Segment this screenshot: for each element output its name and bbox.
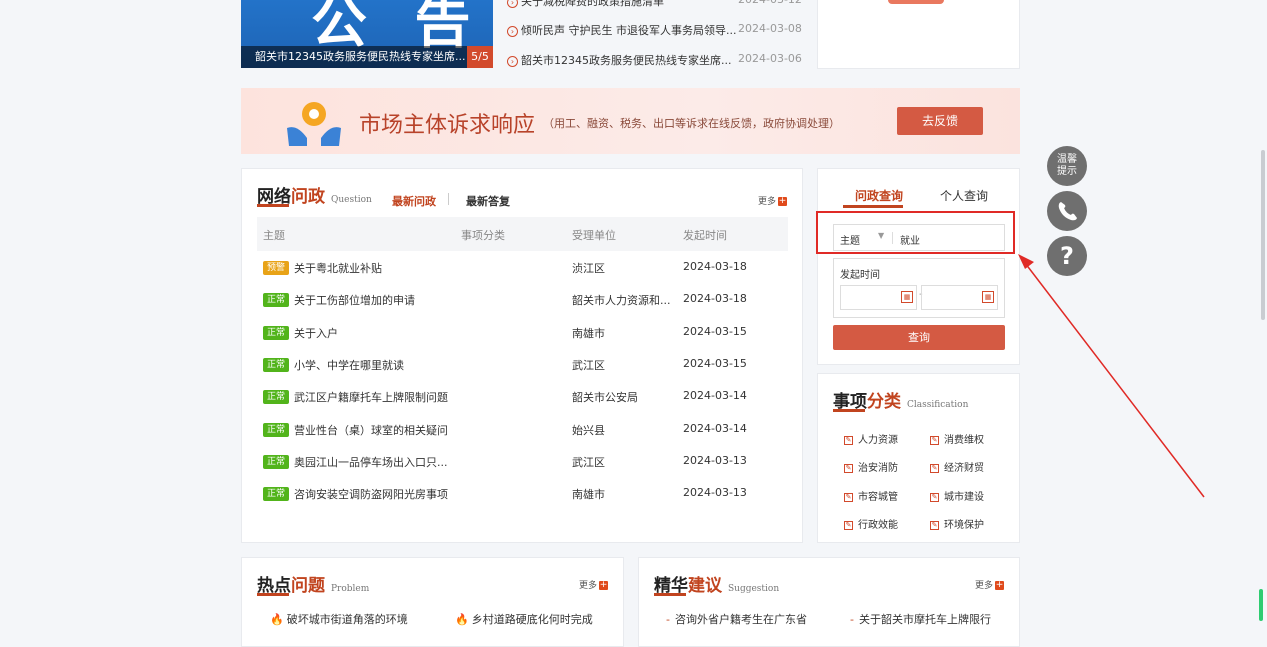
help-button[interactable]: ? [1047, 236, 1087, 276]
edit-icon: ✎ [930, 492, 939, 502]
dash-icon: - [850, 613, 854, 626]
title-underline [833, 409, 865, 412]
calendar-icon[interactable]: ▦ [901, 291, 913, 303]
category-item[interactable]: ✎ 人力资源 [844, 431, 898, 446]
hot-item[interactable]: 🔥 乡村道路硬底化何时完成 [455, 611, 593, 627]
plus-icon: + [599, 580, 609, 590]
category-item[interactable]: ✎ 市容城管 [844, 488, 898, 503]
highlight-box [816, 211, 1015, 254]
dash-icon: - [666, 613, 670, 626]
tab-inquiry-search[interactable]: 问政查询 [855, 187, 903, 204]
tips-label-2: 提示 [1057, 166, 1077, 177]
phone-icon [1058, 202, 1077, 221]
promo-title: 市场主体诉求响应 [359, 113, 536, 138]
hands-gear-icon [287, 102, 341, 146]
status-badge: 正常 [263, 423, 289, 437]
tab-divider [448, 193, 449, 205]
edit-icon: ✎ [930, 463, 939, 473]
annotation-arrow [1018, 254, 1205, 498]
news-item[interactable]: › 韶关市12345政务服务便民热线专家坐席... 2024-03-06 [507, 52, 802, 68]
suggestion-item[interactable]: - 咨询外省户籍考生在广东省 [666, 611, 807, 627]
edit-icon: ✎ [844, 435, 853, 445]
fire-icon: 🔥 [455, 613, 469, 626]
suggestion-item[interactable]: - 关于韶关市摩托车上牌限行 [850, 611, 991, 627]
title-underline [257, 204, 289, 207]
status-badge: 正常 [263, 455, 289, 469]
card-button-edge[interactable] [888, 0, 944, 4]
status-badge: 正常 [263, 358, 289, 372]
inquiry-more-link[interactable]: 更多 + [758, 194, 788, 207]
notice-banner-image[interactable]: 公 告 韶关市12345政务服务便民热线专家坐席... 5/5 [241, 0, 493, 68]
category-item[interactable]: ✎ 治安消防 [844, 459, 898, 474]
title-underline [257, 593, 289, 596]
plus-icon: + [778, 196, 788, 206]
category-item[interactable]: ✎ 城市建设 [930, 488, 984, 503]
calendar-icon[interactable]: ▦ [982, 291, 994, 303]
table-row[interactable]: 正常 营业性台（桌）球室的相关疑问 始兴县 2024-03-14 [263, 420, 783, 440]
tab-personal-search[interactable]: 个人查询 [940, 187, 988, 204]
banner-caption[interactable]: 韶关市12345政务服务便民热线专家坐席... [241, 46, 493, 68]
market-appeal-banner: 市场主体诉求响应 （用工、融资、税务、出口等诉求在线反馈，政府协调处理） 去反馈 [241, 88, 1020, 154]
edit-icon: ✎ [930, 435, 939, 445]
table-row[interactable]: 预警 关于粤北就业补贴 浈江区 2024-03-18 [263, 258, 783, 278]
table-row[interactable]: 正常 武江区户籍摩托车上牌限制问题 韶关市公安局 2024-03-14 [263, 387, 783, 407]
status-badge: 正常 [263, 326, 289, 340]
arrow-circle-icon: › [507, 25, 518, 37]
status-badge: 正常 [263, 293, 289, 307]
category-item[interactable]: ✎ 消费维权 [930, 431, 984, 446]
table-row[interactable]: 正常 关于工伤部位增加的申请 韶关市人力资源和... 2024-03-18 [263, 290, 783, 310]
hot-more-link[interactable]: 更多 + [579, 578, 609, 591]
date-label: 发起时间 [840, 270, 880, 281]
end-date-input[interactable]: ▦ [921, 285, 998, 310]
tab-latest-reply[interactable]: 最新答复 [466, 193, 510, 209]
fire-icon: 🔥 [270, 613, 284, 626]
promo-subtitle: （用工、融资、税务、出口等诉求在线反馈，政府协调处理） [543, 117, 840, 130]
status-badge: 预警 [263, 261, 289, 275]
category-item[interactable]: ✎ 经济财贸 [930, 459, 984, 474]
arrow-circle-icon: › [507, 0, 518, 8]
feedback-button[interactable]: 去反馈 [897, 107, 983, 135]
tab-latest-inquiry[interactable]: 最新问政 [392, 193, 436, 209]
status-badge: 正常 [263, 487, 289, 501]
news-item[interactable]: › 倾听民声 守护民生 市退役军人事务局领导... 2024-03-08 [507, 22, 802, 38]
tips-label-1: 温馨 [1057, 154, 1077, 165]
search-button[interactable]: 查询 [833, 325, 1005, 350]
start-date-input[interactable]: ▦ [840, 285, 917, 310]
hot-item[interactable]: 🔥 破坏城市街道角落的环境 [270, 611, 408, 627]
news-item[interactable]: ›关于减税降费的政策措施清单2024-03-12 [507, 0, 802, 9]
tab-underline [843, 205, 903, 208]
table-row[interactable]: 正常 关于入户 南雄市 2024-03-15 [263, 323, 783, 343]
top-right-card [817, 0, 1020, 69]
table-row[interactable]: 正常 小学、中学在哪里就读 武江区 2024-03-15 [263, 355, 783, 375]
category-item[interactable]: ✎ 行政效能 [844, 516, 898, 531]
edit-icon: ✎ [844, 492, 853, 502]
edit-icon: ✎ [844, 520, 853, 530]
table-row[interactable]: 正常 咨询安装空调防盗网阳光房事项 南雄市 2024-03-13 [263, 484, 783, 504]
phone-button[interactable] [1047, 191, 1087, 231]
title-underline [654, 593, 686, 596]
category-item[interactable]: ✎ 环境保护 [930, 516, 984, 531]
table-row[interactable]: 正常 奥园江山一品停车场出入口只... 武江区 2024-03-13 [263, 452, 783, 472]
table-header: 主题 事项分类 受理单位 发起时间 [257, 217, 788, 251]
edit-icon: ✎ [930, 520, 939, 530]
date-range-field: 发起时间 ▦ - ▦ [833, 258, 1005, 318]
edit-icon: ✎ [844, 463, 853, 473]
scrollbar-thumb[interactable] [1261, 150, 1265, 320]
suggestion-more-link[interactable]: 更多 + [975, 578, 1005, 591]
banner-page-indicator: 5/5 [467, 46, 493, 68]
side-indicator [1259, 589, 1263, 621]
arrow-circle-icon: › [507, 55, 518, 67]
status-badge: 正常 [263, 390, 289, 404]
tips-button[interactable]: 温馨 提示 [1047, 146, 1087, 186]
plus-icon: + [995, 580, 1005, 590]
